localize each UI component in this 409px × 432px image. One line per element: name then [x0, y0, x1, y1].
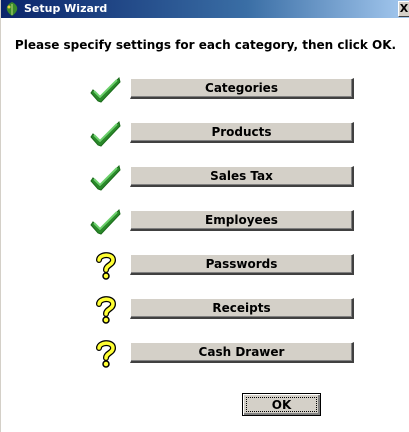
- category-row: Categories: [1, 74, 409, 104]
- close-button[interactable]: X: [398, 1, 409, 17]
- category-button-receipts[interactable]: Receipts: [130, 298, 354, 319]
- category-row: Sales Tax: [1, 162, 409, 192]
- category-row: Passwords: [1, 250, 409, 280]
- category-row: Cash Drawer: [1, 338, 409, 368]
- title-bar[interactable]: Setup Wizard X: [1, 0, 409, 18]
- category-button-sales-tax[interactable]: Sales Tax: [130, 166, 354, 187]
- ok-button-label: OK: [271, 398, 292, 412]
- question-mark-icon: [89, 338, 123, 368]
- category-button-products[interactable]: Products: [130, 122, 354, 143]
- checkmark-icon: [89, 162, 123, 192]
- question-mark-icon: [89, 294, 123, 324]
- category-row: Products: [1, 118, 409, 148]
- category-button-passwords[interactable]: Passwords: [130, 254, 354, 275]
- checkmark-icon: [89, 118, 123, 148]
- category-row: Receipts: [1, 294, 409, 324]
- category-button-cash-drawer[interactable]: Cash Drawer: [130, 342, 354, 363]
- setup-wizard-window: Setup Wizard X Please specify settings f…: [0, 0, 409, 432]
- category-button-employees[interactable]: Employees: [130, 210, 354, 231]
- category-row: Employees: [1, 206, 409, 236]
- ok-button[interactable]: OK: [242, 393, 321, 416]
- instruction-text: Please specify settings for each categor…: [14, 38, 397, 52]
- checkmark-icon: [89, 206, 123, 236]
- app-icon: [4, 1, 20, 17]
- question-mark-icon: [89, 250, 123, 280]
- category-button-categories[interactable]: Categories: [130, 78, 354, 99]
- window-title: Setup Wizard: [24, 2, 108, 15]
- ok-focus-rect: OK: [246, 397, 317, 412]
- checkmark-icon: [89, 74, 123, 104]
